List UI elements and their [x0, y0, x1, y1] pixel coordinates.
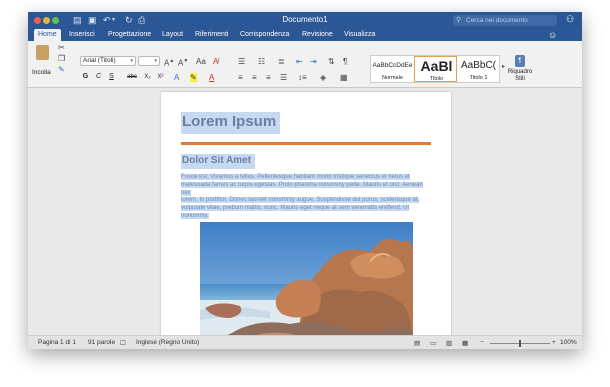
style-name: Titolo — [429, 76, 444, 82]
styles-scroll-icon[interactable]: ▸ — [502, 63, 505, 72]
beach-rocks-image[interactable] — [200, 222, 413, 335]
styles-pane-label-1: Riquadro — [507, 69, 533, 75]
tab-home[interactable]: Home — [34, 29, 61, 41]
body-line: nonummy. — [181, 212, 209, 219]
search-placeholder: Cerca nel documento — [466, 17, 528, 24]
zoom-level[interactable]: 100% — [560, 339, 577, 346]
highlight-color-icon[interactable]: ✎ — [190, 73, 197, 82]
bold-button[interactable]: G — [80, 72, 91, 82]
tab-visualizza[interactable]: Visualizza — [340, 29, 379, 41]
word-window: ▤ ▣ ↶ ▾ ↻ ⎙ Documento1 ⚲ Cerca nel docum… — [28, 12, 582, 349]
font-name-value: Arial (Titoli) — [83, 57, 116, 64]
multilevel-list-icon[interactable]: ≣ — [278, 57, 285, 66]
style-normale[interactable]: AaBbCcDdEe Normale — [371, 56, 414, 82]
styles-pane-button[interactable]: ¶ Riquadro Stili — [506, 55, 534, 83]
shrink-font-icon[interactable]: A▼ — [178, 57, 188, 68]
page-count[interactable]: Pagina 1 di 1 — [38, 339, 76, 346]
justify-icon[interactable]: ☰ — [280, 73, 287, 82]
zoom-in-icon[interactable]: + — [552, 339, 556, 346]
paste-button[interactable]: Incolla — [32, 45, 54, 81]
style-name: Normale — [382, 75, 403, 81]
heading-2[interactable]: Dolor Sit Amet — [181, 154, 256, 169]
text-effects-icon[interactable]: A — [174, 73, 179, 82]
align-left-icon[interactable]: ≡ — [238, 73, 243, 82]
title-bar: ▤ ▣ ↶ ▾ ↻ ⎙ Documento1 ⚲ Cerca nel docum… — [28, 12, 582, 29]
search-icon: ⚲ — [456, 17, 462, 24]
tab-riferimenti[interactable]: Riferimenti — [191, 29, 232, 41]
numbering-icon[interactable]: ☷ — [258, 57, 265, 66]
web-layout-icon[interactable]: ▭ — [430, 339, 436, 347]
status-bar: Pagina 1 di 1 91 parole ☐ Inglese (Regno… — [28, 335, 582, 349]
clear-formatting-icon[interactable]: A̸ — [213, 57, 218, 66]
align-center-icon[interactable]: ≡ — [252, 73, 257, 82]
strikethrough-button[interactable]: abc — [124, 72, 140, 82]
search-input[interactable]: ⚲ Cerca nel documento — [453, 15, 557, 26]
superscript-button[interactable]: X² — [155, 72, 166, 82]
chevron-down-icon: ▾ — [130, 58, 133, 64]
proofing-icon[interactable]: ☐ — [120, 339, 126, 347]
sort-icon[interactable]: ⇅ — [328, 57, 335, 66]
shading-icon[interactable]: ◈ — [320, 73, 326, 82]
tab-inserisci[interactable]: Inserisci — [65, 29, 99, 41]
tab-progettazione[interactable]: Progettazione — [104, 29, 155, 41]
body-paragraph[interactable]: Fusce est. Vivamus a tellus. Pellentesqu… — [181, 174, 432, 221]
document-page[interactable]: Lorem Ipsum Dolor Sit Amet Fusce est. Vi… — [161, 92, 451, 335]
body-line: malesuada fames ac turpis egestas. Proin… — [181, 181, 423, 196]
outline-view-icon[interactable]: ▥ — [446, 339, 452, 347]
body-line: Fusce est. Vivamus a tellus. Pellentesqu… — [181, 174, 410, 180]
style-sample: AaBbC( — [460, 60, 496, 71]
align-right-icon[interactable]: ≡ — [266, 73, 271, 82]
share-icon[interactable]: ⚇ — [566, 14, 574, 25]
format-painter-icon[interactable]: ✎ — [58, 65, 65, 74]
show-paragraph-marks-icon[interactable]: ¶ — [343, 57, 347, 66]
document-canvas[interactable]: Lorem Ipsum Dolor Sit Amet Fusce est. Vi… — [28, 88, 582, 335]
language-status[interactable]: Inglese (Regno Unito) — [136, 339, 199, 346]
style-sample: AaBl — [420, 58, 453, 74]
styles-gallery: AaBbCcDdEe Normale AaBl Titolo AaBbC( Ti… — [370, 55, 500, 83]
change-case-icon[interactable]: Aa — [196, 57, 206, 66]
style-name: Titolo 1 — [469, 75, 488, 81]
cut-icon[interactable]: ✂ — [58, 43, 65, 52]
styles-pane-icon: ¶ — [515, 55, 525, 67]
print-layout-icon[interactable]: ▤ — [414, 339, 420, 347]
zoom-slider-knob[interactable] — [519, 340, 521, 347]
copy-icon[interactable]: ❐ — [58, 54, 65, 63]
font-color-icon[interactable]: A — [209, 73, 214, 82]
tab-revisione[interactable]: Revisione — [298, 29, 337, 41]
feedback-smiley-icon[interactable]: ☺ — [548, 30, 557, 40]
underline-button[interactable]: S — [106, 72, 117, 82]
body-line: vulputate vitae, pretium mattis, nunc. M… — [181, 205, 410, 212]
heading-1[interactable]: Lorem Ipsum — [181, 112, 281, 134]
bullets-icon[interactable]: ☰ — [238, 57, 245, 66]
chevron-down-icon: ▾ — [154, 58, 157, 64]
draft-view-icon[interactable]: ▦ — [462, 339, 468, 347]
style-titolo-1[interactable]: AaBbC( Titolo 1 — [457, 56, 500, 82]
style-titolo[interactable]: AaBl Titolo — [414, 56, 457, 82]
heading-rule — [181, 142, 431, 145]
line-spacing-icon[interactable]: ↕≡ — [298, 73, 307, 82]
tab-corrispondenza[interactable]: Corrispondenza — [236, 29, 293, 41]
styles-pane-label-2: Stili — [515, 76, 525, 82]
tab-layout[interactable]: Layout — [158, 29, 187, 41]
subscript-button[interactable]: X₂ — [142, 72, 153, 82]
decrease-indent-icon[interactable]: ⇤ — [296, 57, 303, 66]
ribbon-home: Incolla ✂ ❐ ✎ Arial (Titoli) ▾ ▾ A▲ A▼ A… — [28, 41, 582, 88]
ribbon-tabs: Home Inserisci Progettazione Layout Rife… — [28, 29, 582, 41]
grow-font-icon[interactable]: A▲ — [164, 57, 174, 68]
increase-indent-icon[interactable]: ⇥ — [310, 57, 317, 66]
paste-label: Incolla — [32, 69, 51, 76]
clipboard-icon — [36, 45, 49, 60]
word-count[interactable]: 91 parole — [88, 339, 115, 346]
italic-button[interactable]: C — [93, 72, 104, 82]
body-line: lorem. In porttitor. Donec laoreet nonum… — [181, 197, 420, 204]
style-sample: AaBbCcDdEe — [372, 62, 413, 69]
font-size-select[interactable]: ▾ — [138, 56, 160, 66]
zoom-out-icon[interactable]: − — [480, 339, 484, 346]
borders-icon[interactable]: ▦ — [340, 73, 348, 82]
font-name-select[interactable]: Arial (Titoli) ▾ — [80, 56, 136, 66]
